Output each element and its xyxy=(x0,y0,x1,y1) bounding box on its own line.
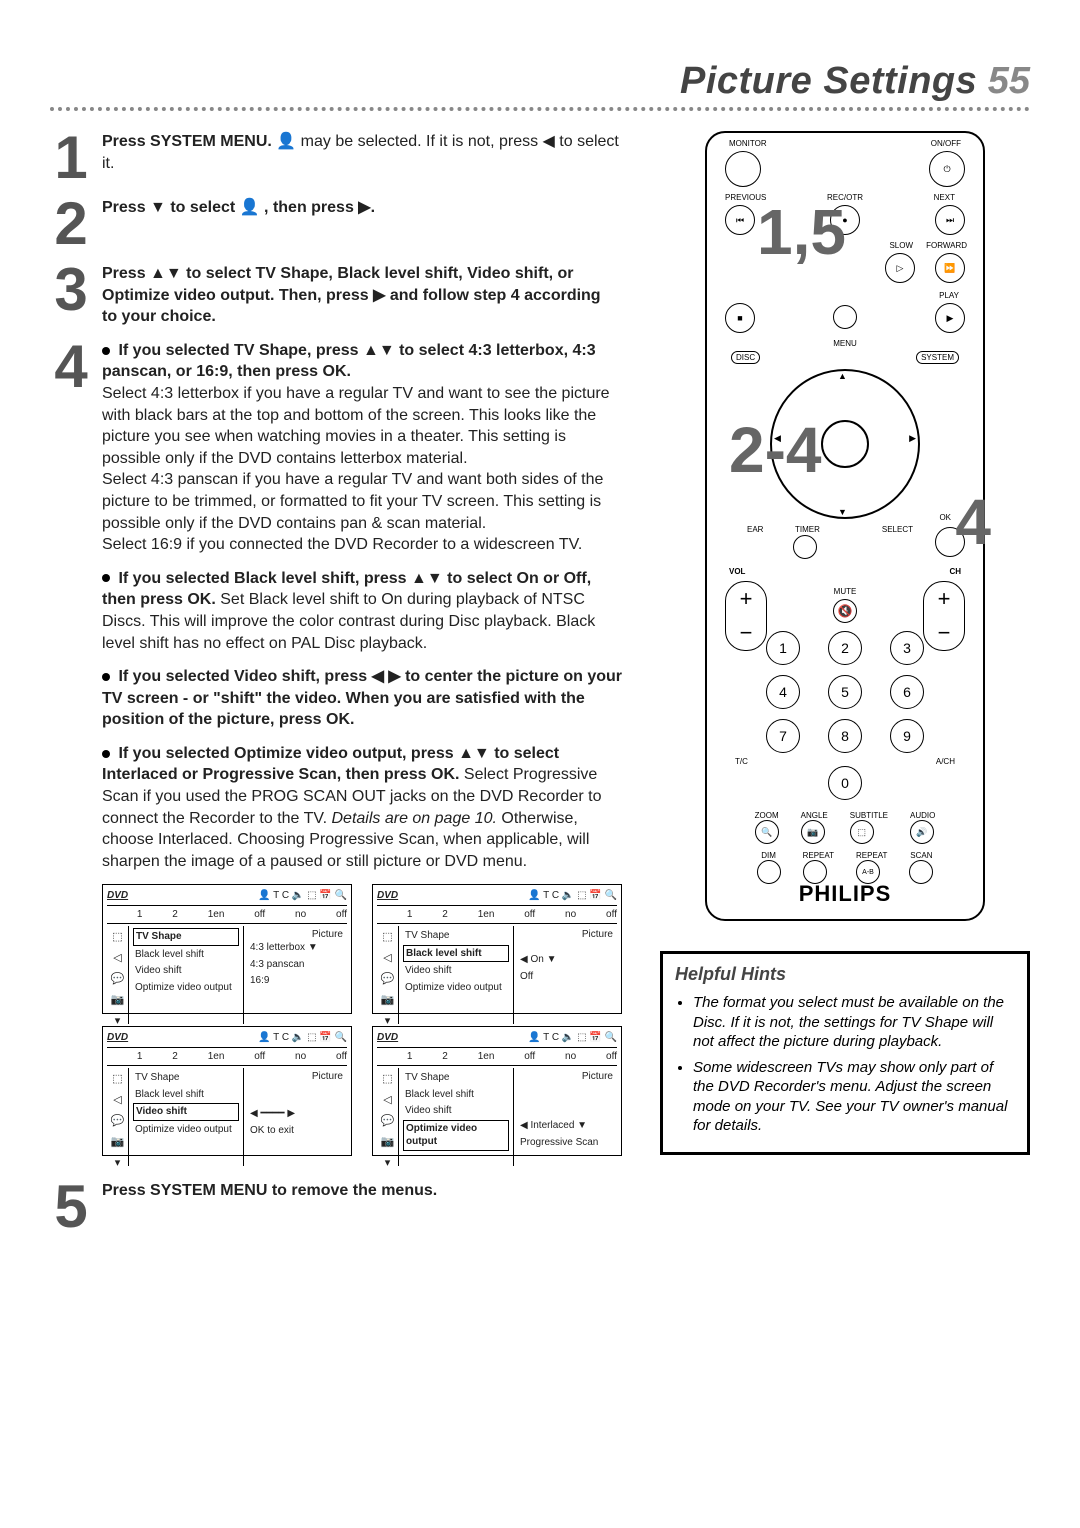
slow-button[interactable]: ▷ xyxy=(885,253,915,283)
hint-1: The format you select must be available … xyxy=(693,993,1015,1052)
osd-videoshift: DVD👤 T C 🔈 ⬚ 📅 🔍 121enoffnooff ⬚◁💬📷▾ TV … xyxy=(102,1026,352,1156)
step-1-number: 1 xyxy=(50,131,92,185)
bullet-icon xyxy=(102,347,110,355)
pause-button[interactable] xyxy=(833,305,857,329)
hints-title: Helpful Hints xyxy=(675,964,1015,985)
stop-button[interactable]: ■ xyxy=(725,303,755,333)
number-pad[interactable]: 123 456 789 T/CA/CH 0 xyxy=(707,631,983,810)
helpful-hints-box: Helpful Hints The format you select must… xyxy=(660,951,1030,1155)
monitor-button[interactable] xyxy=(725,151,761,187)
divider-dots xyxy=(50,107,1030,111)
step-4-p1-text: Select 4:3 letterbox if you have a regul… xyxy=(102,385,610,553)
step-1-bold: Press SYSTEM MENU. xyxy=(102,133,272,150)
overlay-step4: 4 xyxy=(955,485,991,559)
forward-button[interactable]: ⏩ xyxy=(935,253,965,283)
bullet-icon xyxy=(102,673,110,681)
previous-button[interactable]: ⏮ xyxy=(725,205,755,235)
hint-2: Some widescreen TVs may show only part o… xyxy=(693,1058,1015,1136)
step-4-p1-bold: If you selected TV Shape, press ▲▼ to se… xyxy=(102,342,596,381)
next-button[interactable]: ⏭ xyxy=(935,205,965,235)
step-4-p3-bold: If you selected Video shift, press ◀ ▶ t… xyxy=(102,668,622,728)
play-button[interactable]: ▶ xyxy=(935,303,965,333)
osd-tvshape: DVD👤 T C 🔈 ⬚ 📅 🔍 121enoffnooff ⬚◁💬📷▾ TV … xyxy=(102,884,352,1014)
page-number: 55 xyxy=(988,60,1030,102)
overlay-step24: 2-4 xyxy=(729,413,822,487)
page-header: Picture Settings 55 xyxy=(50,60,1030,103)
step-3-number: 3 xyxy=(50,263,92,328)
osd-blacklevel: DVD👤 T C 🔈 ⬚ 📅 🔍 121enoffnooff ⬚◁💬📷▾ TV … xyxy=(372,884,622,1014)
step-2-bold: Press ▼ to select 👤 , then press ▶. xyxy=(102,199,375,216)
step-4-number: 4 xyxy=(50,340,92,1157)
bullet-icon xyxy=(102,574,110,582)
mute-button[interactable]: 🔇 xyxy=(833,599,857,623)
remote-diagram: MONITOR ON/OFF ⏻ PREVIOUS REC/OTR NEXT ⏮… xyxy=(705,131,985,921)
person-icon: 👤 xyxy=(276,133,296,150)
step-4-p4-italic: Details are on page 10. xyxy=(331,810,496,827)
step-5-bold: Press SYSTEM MENU to remove the menus. xyxy=(102,1182,437,1199)
disc-menu-button[interactable]: DISC xyxy=(731,351,760,364)
system-menu-button[interactable]: SYSTEM xyxy=(916,351,959,364)
timer-button[interactable] xyxy=(793,535,817,559)
step-2-number: 2 xyxy=(50,197,92,251)
step-5-number: 5 xyxy=(50,1180,92,1234)
osd-optimize: DVD👤 T C 🔈 ⬚ 📅 🔍 121enoffnooff ⬚◁💬📷▾ TV … xyxy=(372,1026,622,1156)
label-onoff: ON/OFF xyxy=(931,139,961,148)
instructions-column: 1 Press SYSTEM MENU. 👤 may be selected. … xyxy=(50,131,620,1246)
power-button[interactable]: ⏻ xyxy=(929,151,965,187)
brand-logo: PHILIPS xyxy=(707,881,983,907)
overlay-step15: 1,5 xyxy=(757,195,846,269)
step-3-bold: Press ▲▼ to select TV Shape, Black level… xyxy=(102,265,601,325)
page-title: Picture Settings xyxy=(680,60,977,102)
label-monitor: MONITOR xyxy=(729,139,767,148)
bullet-icon xyxy=(102,750,110,758)
